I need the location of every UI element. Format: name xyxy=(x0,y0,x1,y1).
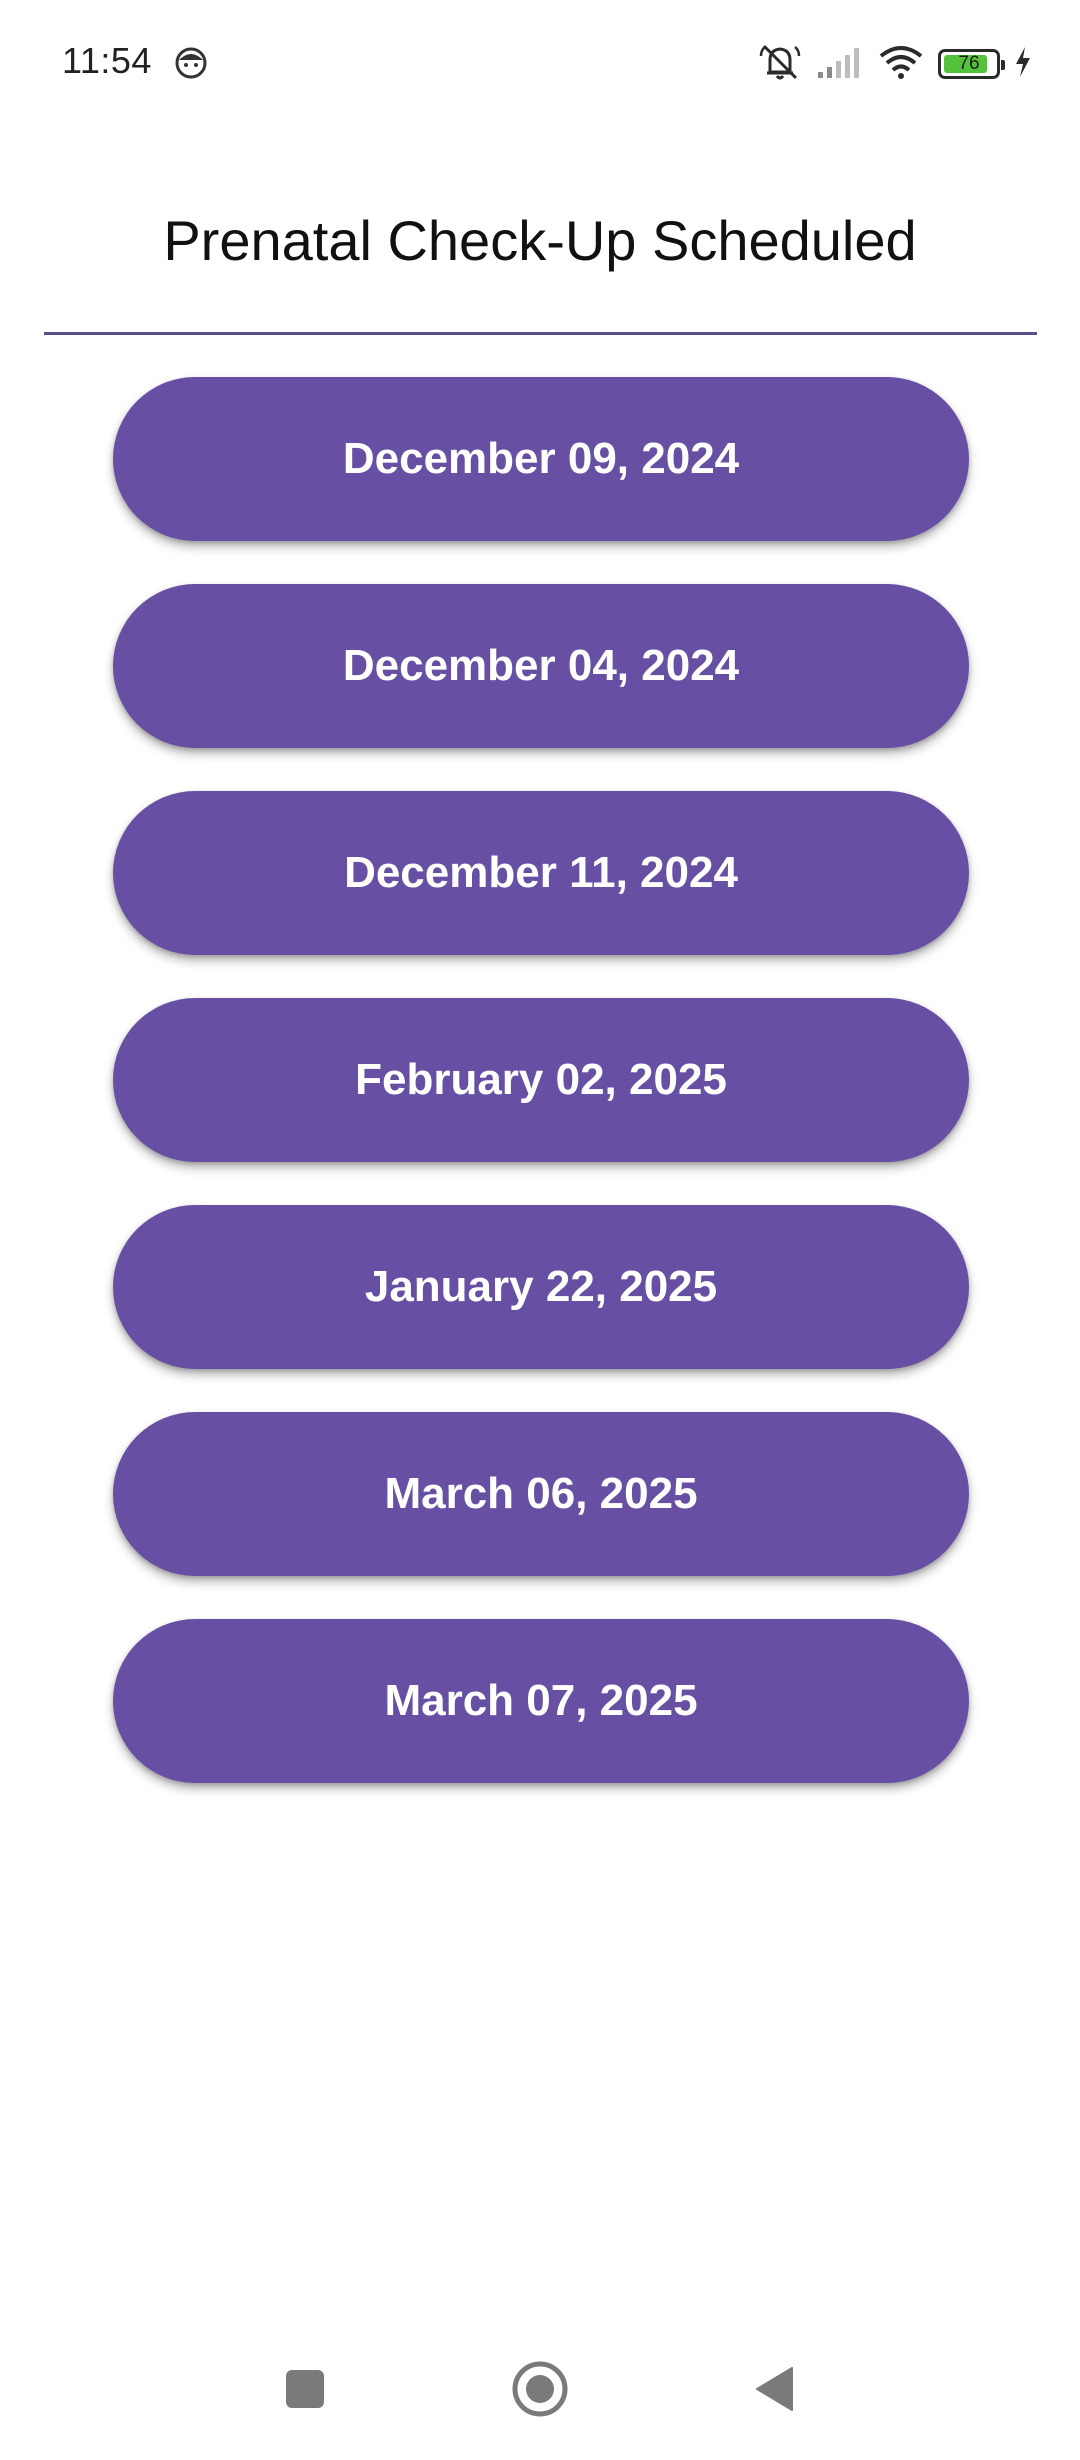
wifi-icon xyxy=(878,44,924,85)
back-triangle-icon[interactable] xyxy=(740,2354,810,2424)
date-button[interactable]: March 06, 2025 xyxy=(113,1412,969,1576)
system-nav-bar xyxy=(0,2330,1080,2460)
date-label: March 06, 2025 xyxy=(384,1469,698,1518)
date-label: February 02, 2025 xyxy=(355,1055,727,1104)
charging-icon xyxy=(1014,46,1032,83)
date-label: December 04, 2024 xyxy=(342,641,740,690)
face-icon xyxy=(174,46,208,80)
date-button[interactable]: February 02, 2025 xyxy=(113,998,969,1162)
date-button[interactable]: January 22, 2025 xyxy=(113,1205,969,1369)
date-label: January 22, 2025 xyxy=(364,1262,718,1311)
status-bar: 11:54 76 xyxy=(0,0,1080,128)
mute-icon xyxy=(758,42,802,87)
date-button[interactable]: March 07, 2025 xyxy=(113,1619,969,1783)
date-label: March 07, 2025 xyxy=(384,1676,698,1725)
page-title: Prenatal Check-Up Scheduled xyxy=(163,209,917,272)
date-label: December 11, 2024 xyxy=(344,848,738,897)
date-button[interactable]: December 09, 2024 xyxy=(113,377,969,541)
home-circle-icon[interactable] xyxy=(505,2354,575,2424)
title-divider xyxy=(44,332,1037,335)
date-list: December 09, 2024 December 04, 2024 Dece… xyxy=(113,377,969,1826)
recents-square-icon[interactable] xyxy=(270,2354,340,2424)
date-button[interactable]: December 04, 2024 xyxy=(113,584,969,748)
battery-level: 76 xyxy=(958,53,980,74)
date-button[interactable]: December 11, 2024 xyxy=(113,791,969,955)
battery-tip xyxy=(1001,60,1005,70)
status-time: 11:54 xyxy=(62,40,152,81)
status-icons: 76 xyxy=(744,42,1032,86)
signal-icon xyxy=(816,44,864,85)
date-label: December 09, 2024 xyxy=(342,434,740,483)
battery-icon: 76 xyxy=(938,49,1005,79)
